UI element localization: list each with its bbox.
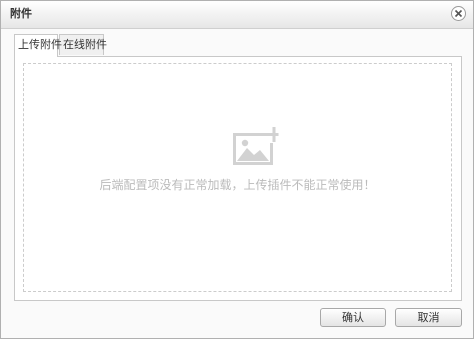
cancel-button[interactable]: 取消	[395, 308, 462, 327]
dialog-titlebar[interactable]: 附件	[1, 1, 473, 29]
upload-dropzone[interactable]: 后端配置项没有正常加载，上传插件不能正常使用！	[23, 63, 452, 292]
confirm-button[interactable]: 确认	[320, 308, 386, 327]
upload-error-message: 后端配置项没有正常加载，上传插件不能正常使用！	[99, 178, 376, 192]
tab-upload-attachment[interactable]: 上传附件	[14, 34, 62, 57]
dialog-title: 附件	[10, 7, 32, 20]
tab-online-attachment[interactable]: 在线附件	[59, 34, 107, 55]
image-add-icon	[233, 127, 279, 165]
tab-panel: 后端配置项没有正常加载，上传插件不能正常使用！	[14, 56, 462, 301]
close-icon	[454, 9, 463, 18]
close-button[interactable]	[451, 6, 466, 21]
attachment-dialog: 附件 上传附件 在线附件 后端配置项没有正常加载，上传插件不能正常使用！ 确认 …	[0, 0, 474, 339]
